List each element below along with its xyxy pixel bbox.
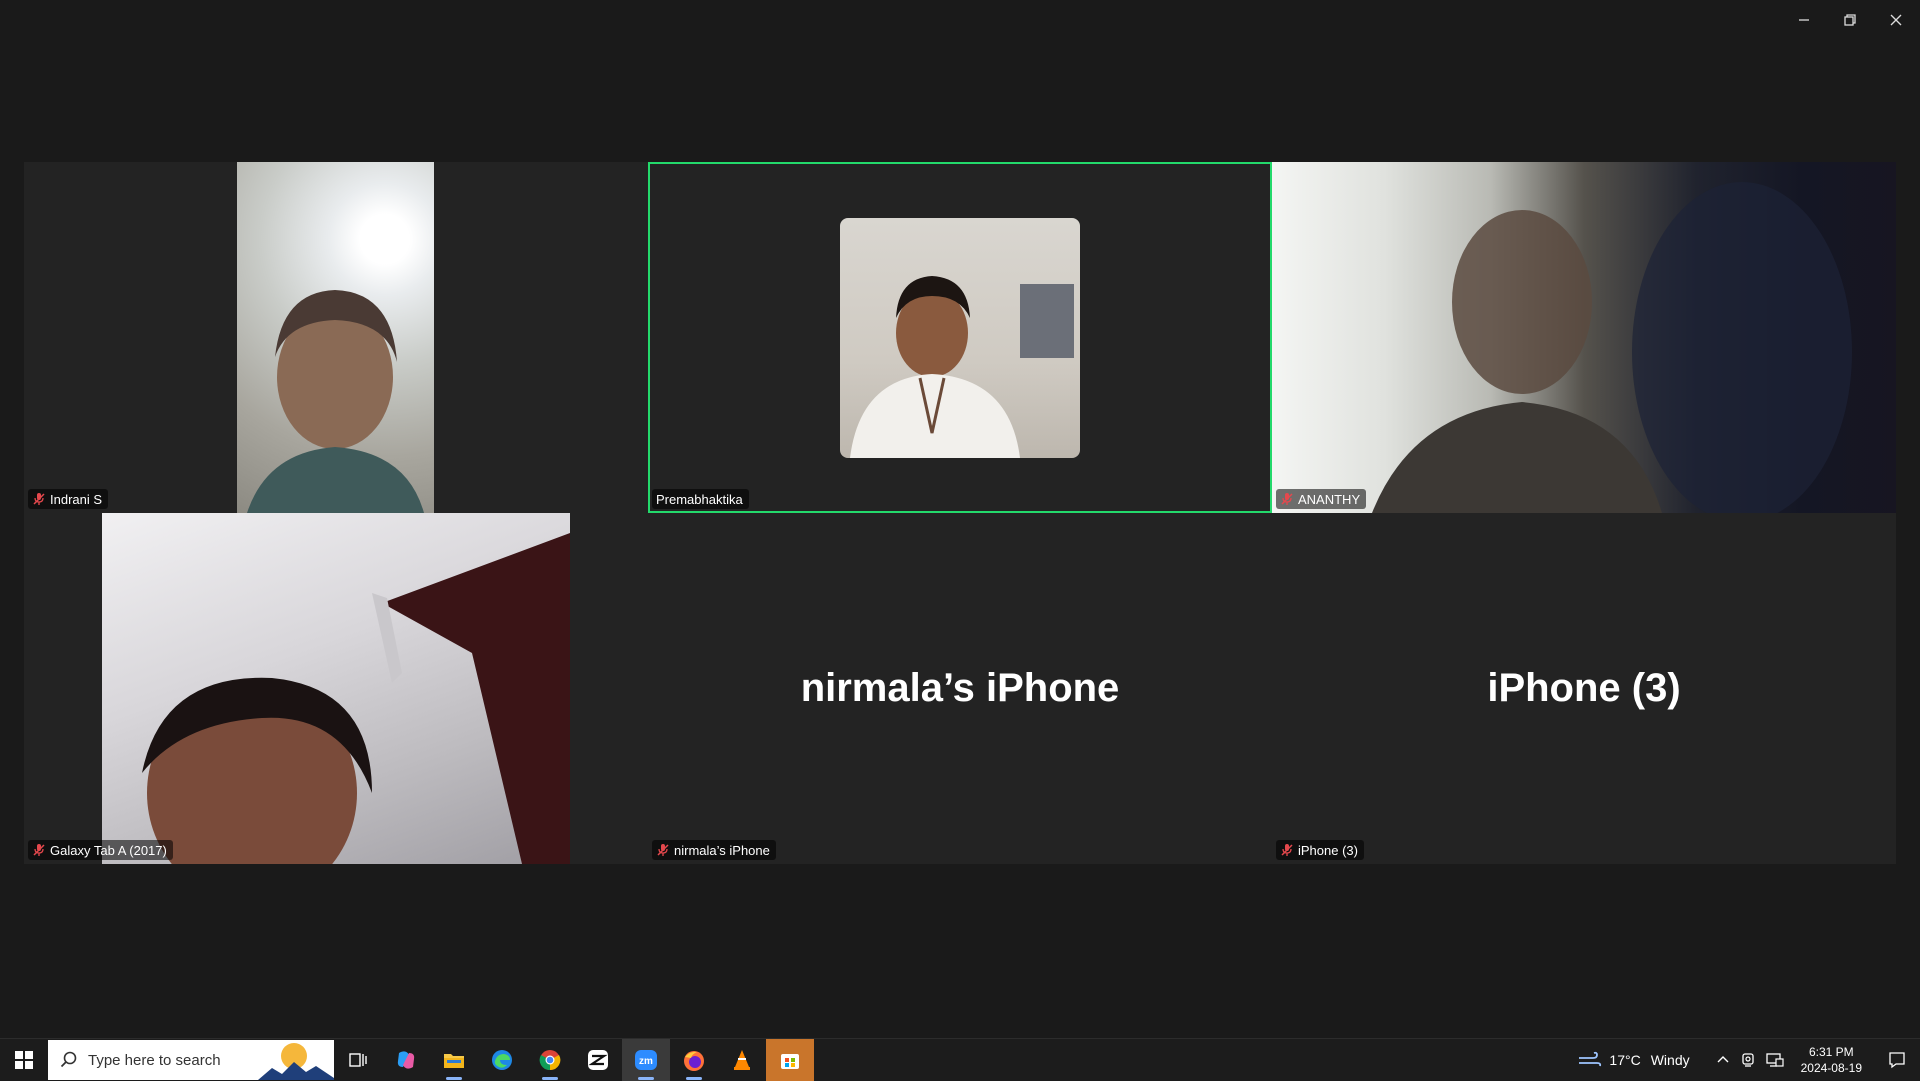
participant-name: Indrani S: [50, 491, 103, 507]
mic-muted-icon: [32, 843, 46, 857]
copilot-icon: [397, 1051, 415, 1069]
participant-video: [840, 218, 1080, 458]
mic-muted-icon: [1280, 843, 1294, 857]
svg-text:zm: zm: [639, 1056, 653, 1067]
participant-name: Premabhaktika: [656, 491, 743, 507]
video-tile-nirmala-iphone[interactable]: nirmala’s iPhone nirmala’s iPhone: [648, 513, 1272, 864]
zoom-icon: zm: [635, 1050, 657, 1070]
video-tile-indrani[interactable]: Indrani S: [24, 162, 648, 513]
window-title-bar: [0, 0, 1920, 40]
minimize-icon: [1799, 19, 1809, 21]
edge-button[interactable]: [478, 1039, 526, 1081]
video-tile-premabhaktika[interactable]: Premabhaktika: [648, 162, 1272, 513]
participant-name-tag: nirmala’s iPhone: [652, 840, 776, 860]
copilot-button[interactable]: [382, 1039, 430, 1081]
store-icon: [781, 1054, 799, 1069]
participant-video: [237, 162, 434, 513]
firefox-button[interactable]: [670, 1039, 718, 1081]
webcam-tray-button[interactable]: [1735, 1052, 1761, 1068]
video-tile-iphone-3[interactable]: iPhone (3) iPhone (3): [1272, 513, 1896, 864]
show-hidden-icons-button[interactable]: [1711, 1053, 1735, 1067]
vlc-button[interactable]: [718, 1039, 766, 1081]
participant-name: iPhone (3): [1298, 842, 1358, 858]
taskbar-search-box[interactable]: Type here to search: [48, 1040, 334, 1080]
participant-display-name: iPhone (3): [1487, 666, 1681, 710]
mic-muted-icon: [1280, 492, 1294, 506]
search-placeholder: Type here to search: [88, 1051, 221, 1069]
chevron-up-icon: [1717, 1056, 1729, 1063]
participant-name-tag: iPhone (3): [1276, 840, 1364, 860]
weather-widget[interactable]: 17°C Windy: [1572, 1050, 1694, 1070]
participant-name-tag: Indrani S: [28, 489, 109, 509]
system-tray: 17°C Windy 6:31 PM 2024-08-19: [1572, 1039, 1920, 1081]
person-silhouette: [142, 533, 570, 864]
chrome-icon: [539, 1050, 561, 1071]
clock-time: 6:31 PM: [1808, 1045, 1854, 1059]
restore-button[interactable]: [1827, 0, 1873, 40]
participant-name-tag: ANANTHY: [1276, 489, 1367, 509]
close-icon: [1890, 14, 1902, 26]
participant-video: [1272, 162, 1896, 513]
task-view-icon: [349, 1053, 367, 1067]
vlc-icon: [734, 1050, 750, 1070]
search-highlight-icon: [258, 1043, 334, 1080]
network-icon: [1765, 1053, 1784, 1067]
file-explorer-button[interactable]: [430, 1039, 478, 1081]
minimize-button[interactable]: [1781, 0, 1827, 40]
start-button[interactable]: [0, 1039, 48, 1081]
participant-name-tag: Premabhaktika: [652, 489, 749, 509]
participant-name: Galaxy Tab A (2017): [50, 842, 167, 858]
firefox-icon: [684, 1051, 704, 1071]
close-button[interactable]: [1873, 0, 1919, 40]
file-explorer-icon: [444, 1054, 464, 1068]
notifications-button[interactable]: [1874, 1051, 1920, 1069]
participant-display-name: nirmala’s iPhone: [800, 666, 1120, 710]
weather-condition: Windy: [1650, 1052, 1690, 1068]
camera-icon: [1741, 1053, 1754, 1067]
restore-icon: [1844, 14, 1856, 26]
weather-temp: 17°C: [1609, 1052, 1641, 1068]
mic-muted-icon: [656, 843, 670, 857]
store-button[interactable]: [766, 1039, 814, 1081]
video-tile-galaxy-tab[interactable]: Galaxy Tab A (2017): [24, 513, 648, 864]
taskbar-clock[interactable]: 6:31 PM 2024-08-19: [1789, 1044, 1874, 1076]
network-tray-button[interactable]: [1761, 1052, 1789, 1068]
clock-date: 2024-08-19: [1800, 1061, 1862, 1075]
edge-icon: [492, 1050, 512, 1070]
capcut-button[interactable]: [574, 1039, 622, 1081]
chrome-button[interactable]: [526, 1039, 574, 1081]
task-view-button[interactable]: [334, 1039, 382, 1081]
person-silhouette: [247, 290, 424, 513]
capcut-icon: [588, 1050, 608, 1070]
wind-icon: [1579, 1051, 1602, 1067]
windows-taskbar: Type here to search zm 17°C Windy 6:31 P…: [0, 1038, 1920, 1081]
zoom-button[interactable]: zm: [622, 1039, 670, 1081]
participant-video: [102, 513, 570, 864]
notification-icon: [1889, 1052, 1905, 1069]
video-tile-ananthy[interactable]: ANANTHY: [1272, 162, 1896, 513]
windows-logo-icon: [15, 1051, 33, 1069]
participant-name: ANANTHY: [1298, 491, 1361, 507]
participant-name-tag: Galaxy Tab A (2017): [28, 840, 173, 860]
person-silhouette: [850, 276, 1074, 458]
person-silhouette: [1372, 182, 1852, 513]
search-icon: [60, 1051, 77, 1068]
participant-name: nirmala’s iPhone: [674, 842, 770, 858]
mic-muted-icon: [32, 492, 46, 506]
